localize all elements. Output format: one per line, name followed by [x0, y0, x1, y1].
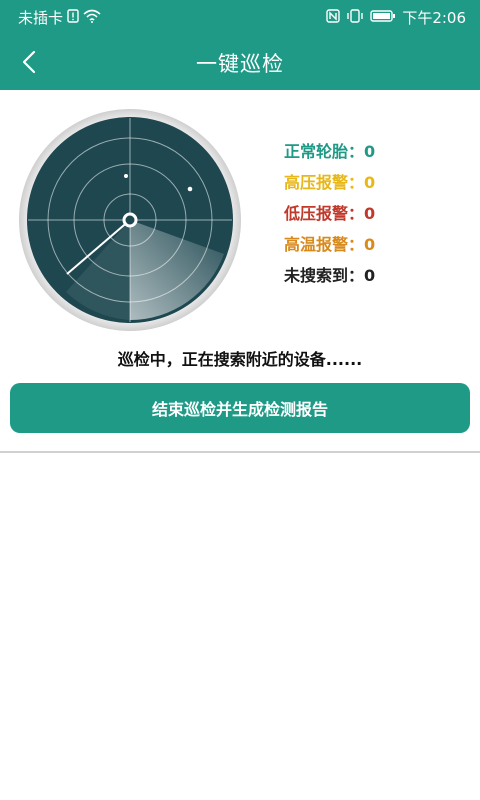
scanning-message: 巡检中，正在搜索附近的设备......	[117, 350, 363, 369]
radar-blip	[124, 174, 128, 178]
title-bar: 一键巡检	[0, 34, 480, 90]
stat-label: 低压报警：	[284, 204, 365, 223]
status-right: 下午2:06	[326, 7, 466, 28]
stat-label: 未搜索到：	[284, 266, 365, 285]
divider	[0, 451, 480, 453]
radar-blip	[187, 186, 193, 192]
end-inspection-label: 结束巡检并生成检测报告	[151, 400, 328, 419]
stat-value: 0	[364, 235, 376, 254]
stat-value: 0	[364, 204, 376, 223]
stat-normal: 正常轮胎：0	[284, 138, 375, 169]
stat-label: 高温报警：	[284, 235, 365, 254]
stat-value: 0	[364, 266, 376, 285]
status-summary: 正常轮胎：0 高压报警：0 低压报警：0 高温报警：0 未搜索到：0	[284, 138, 375, 293]
stat-value: 0	[364, 142, 376, 161]
page-title: 一键巡检	[196, 52, 284, 76]
stat-high-pressure: 高压报警：0	[284, 169, 375, 200]
battery-icon	[370, 9, 396, 27]
stat-value: 0	[364, 173, 376, 192]
sim-alert-icon	[67, 8, 79, 27]
stat-label: 高压报警：	[284, 173, 365, 192]
end-inspection-button[interactable]: 结束巡检并生成检测报告	[10, 383, 470, 433]
nfc-icon	[326, 8, 341, 27]
wifi-icon	[83, 9, 101, 27]
clock-text: 下午2:06	[402, 9, 466, 27]
stat-low-pressure: 低压报警：0	[284, 200, 375, 231]
radar-scanner	[18, 108, 242, 332]
stat-label: 正常轮胎：	[284, 142, 365, 161]
vibrate-icon	[346, 8, 364, 27]
stat-not-found: 未搜索到：0	[284, 262, 375, 293]
carrier-text: 未插卡	[18, 9, 64, 27]
stat-high-temp: 高温报警：0	[284, 231, 375, 262]
status-left: 未插卡	[18, 7, 101, 28]
radar-center	[122, 212, 138, 228]
status-bar: 未插卡 下午2:06	[0, 0, 480, 34]
